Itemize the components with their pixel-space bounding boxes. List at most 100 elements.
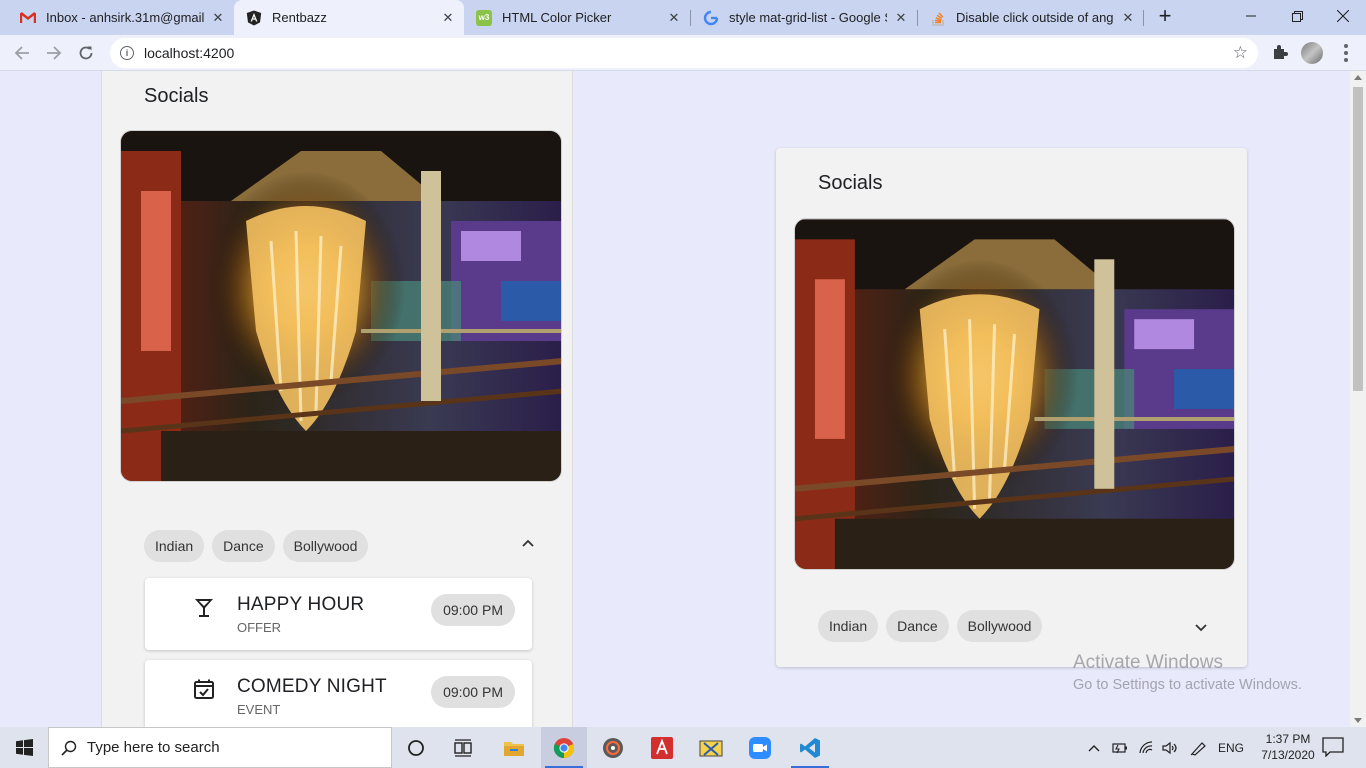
battery-icon[interactable]: [1112, 741, 1128, 755]
event-item[interactable]: COMEDY NIGHT EVENT 09:00 PM: [145, 660, 532, 727]
search-placeholder: Type here to search: [87, 739, 220, 756]
windows-logo-icon: [15, 739, 33, 756]
notification-center-icon[interactable]: [1322, 737, 1344, 757]
tag-chips: Indian Dance Bollywood: [818, 610, 1043, 642]
browser-toolbar: i localhost:4200 ☆: [0, 35, 1366, 71]
venue-photo: [794, 218, 1235, 570]
cortana-icon[interactable]: [401, 733, 431, 763]
event-time-chip[interactable]: 09:00 PM: [431, 594, 515, 626]
acrobat-icon[interactable]: [647, 733, 677, 763]
reload-icon: [79, 46, 93, 60]
tab-strip: Inbox - anhsirk.31m@gmail.com ✕ Rentbazz…: [0, 0, 1366, 35]
tab-google-search[interactable]: style mat-grid-list - Google Search ✕: [691, 0, 917, 35]
extensions-puzzle-icon[interactable]: [1271, 43, 1289, 61]
wifi-icon[interactable]: [1138, 740, 1154, 755]
close-icon[interactable]: ✕: [210, 10, 226, 26]
forward-button[interactable]: [40, 39, 68, 67]
tag-chip[interactable]: Bollywood: [956, 610, 1043, 642]
tab-gmail[interactable]: Inbox - anhsirk.31m@gmail.com ✕: [8, 0, 234, 35]
url-text: localhost:4200: [144, 45, 235, 61]
watermark-subtitle: Go to Settings to activate Windows.: [1073, 677, 1302, 693]
clock-date: 7/13/2020: [1261, 748, 1315, 762]
clock-time: 1:37 PM: [1265, 732, 1311, 746]
file-explorer-icon[interactable]: [499, 733, 529, 763]
page-content: Socials Indian Dance Bollywood HAPPY HOU…: [0, 71, 1350, 727]
card-title: Socials: [818, 172, 883, 194]
pen-workspace-icon[interactable]: [1190, 740, 1208, 756]
tag-chip[interactable]: Dance: [886, 610, 949, 642]
scroll-down-arrow-icon[interactable]: [1354, 718, 1362, 723]
tab-stackoverflow[interactable]: Disable click outside of angular ✕: [918, 0, 1144, 35]
tab-title: HTML Color Picker: [502, 10, 612, 25]
restore-button[interactable]: [1274, 0, 1320, 32]
arrow-right-icon: [47, 46, 62, 60]
close-icon[interactable]: ✕: [1120, 10, 1136, 26]
snipping-tool-icon[interactable]: [696, 733, 726, 763]
close-window-icon: [1337, 10, 1349, 22]
tag-chip[interactable]: Bollywood: [282, 530, 369, 562]
tag-chip[interactable]: Indian: [144, 530, 205, 562]
system-tray: ENG: [1088, 727, 1244, 768]
windows-taskbar: Type here to search ENG 1:37 PM 7/13/202…: [0, 727, 1366, 768]
volume-icon[interactable]: [1162, 741, 1180, 755]
bookmark-star-icon[interactable]: ☆: [1233, 43, 1248, 63]
google-icon: [703, 10, 719, 26]
scrollbar-thumb[interactable]: [1353, 87, 1363, 391]
card-title: Socials: [144, 85, 209, 107]
tag-chip[interactable]: Indian: [818, 610, 879, 642]
gmail-icon: [20, 10, 36, 26]
menu-kebab-icon[interactable]: [1336, 42, 1356, 64]
stackoverflow-icon: [930, 10, 946, 26]
activate-windows-watermark: Activate Windows Go to Settings to activ…: [1073, 652, 1302, 693]
back-button[interactable]: [8, 39, 36, 67]
taskbar-search-box[interactable]: Type here to search: [48, 727, 392, 768]
close-icon[interactable]: ✕: [666, 10, 682, 26]
social-card-collapsed: Socials Indian Dance Bollywood: [776, 148, 1247, 667]
minimize-button[interactable]: [1228, 0, 1274, 32]
cocktail-icon: [195, 599, 213, 617]
chevron-down-icon[interactable]: [1191, 618, 1211, 638]
tray-expand-chevron-icon[interactable]: [1088, 744, 1100, 752]
event-title: HAPPY HOUR: [237, 594, 365, 615]
tab-color-picker[interactable]: w3 HTML Color Picker ✕: [464, 0, 690, 35]
vscode-icon[interactable]: [795, 733, 825, 763]
scroll-up-arrow-icon[interactable]: [1354, 75, 1362, 80]
venue-photo: [120, 130, 562, 482]
chrome-icon[interactable]: [549, 733, 579, 763]
tab-title: Rentbazz: [272, 10, 327, 25]
reload-button[interactable]: [72, 39, 100, 67]
event-title: COMEDY NIGHT: [237, 676, 387, 697]
tab-separator: [1143, 10, 1144, 26]
event-item[interactable]: HAPPY HOUR OFFER 09:00 PM: [145, 578, 532, 650]
tag-chips: Indian Dance Bollywood: [144, 530, 369, 562]
tag-chip[interactable]: Dance: [212, 530, 275, 562]
new-tab-button[interactable]: +: [1154, 5, 1176, 28]
language-indicator[interactable]: ENG: [1218, 741, 1244, 755]
social-card-expanded: Socials Indian Dance Bollywood HAPPY HOU…: [101, 71, 573, 727]
profile-avatar[interactable]: [1301, 42, 1323, 64]
chevron-up-icon[interactable]: [518, 533, 538, 553]
site-info-icon[interactable]: i: [120, 46, 134, 60]
event-type: EVENT: [237, 702, 281, 717]
event-type: OFFER: [237, 620, 282, 635]
taskbar-clock[interactable]: 1:37 PM 7/13/2020: [1256, 731, 1320, 763]
tab-title: Inbox - anhsirk.31m@gmail.com: [46, 10, 204, 25]
task-view-icon[interactable]: [449, 733, 479, 763]
event-calendar-icon: [194, 679, 214, 699]
close-icon[interactable]: ✕: [440, 10, 456, 26]
address-bar[interactable]: i localhost:4200 ☆: [110, 38, 1258, 68]
window-close-button[interactable]: [1320, 0, 1366, 32]
media-player-icon[interactable]: [598, 733, 628, 763]
watermark-title: Activate Windows: [1073, 652, 1223, 673]
close-icon[interactable]: ✕: [893, 10, 909, 26]
tab-rentbazz[interactable]: Rentbazz ✕: [234, 0, 464, 35]
zoom-icon[interactable]: [745, 733, 775, 763]
tab-title: style mat-grid-list - Google Search: [729, 10, 887, 25]
start-button[interactable]: [0, 727, 48, 768]
angular-icon: [246, 10, 262, 26]
search-icon: [61, 740, 77, 756]
page-scrollbar[interactable]: [1350, 71, 1366, 727]
minimize-icon: [1246, 15, 1256, 17]
restore-icon: [1291, 10, 1303, 22]
event-time-chip[interactable]: 09:00 PM: [431, 676, 515, 708]
